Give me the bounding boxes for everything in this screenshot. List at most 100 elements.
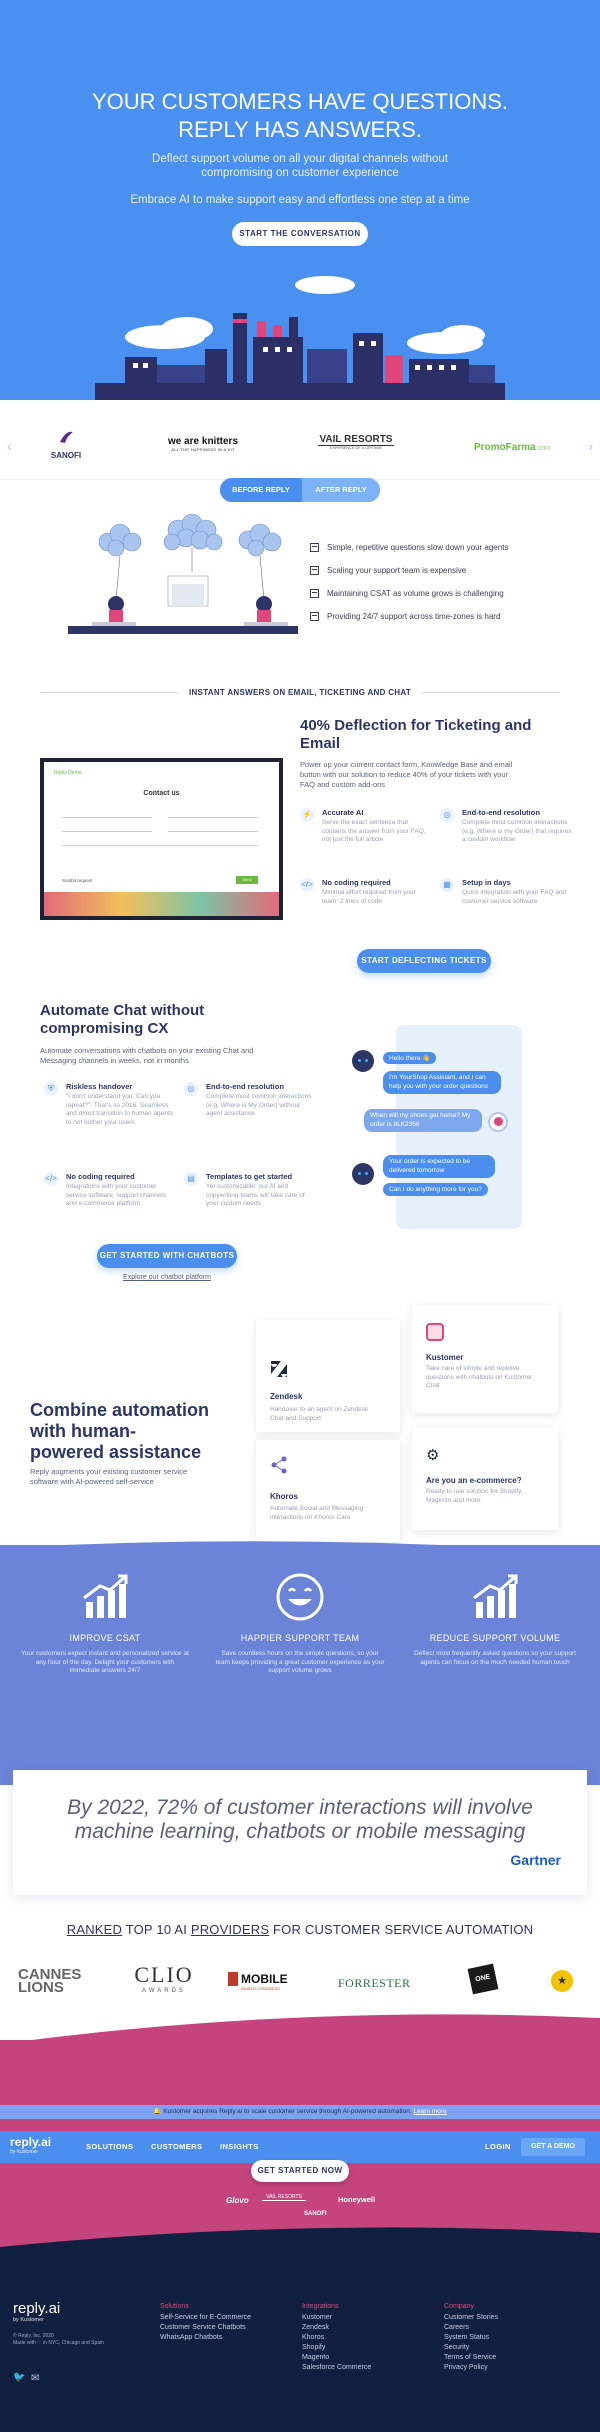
tab-before-reply[interactable]: BEFORE REPLY (220, 478, 302, 502)
chevron-right-icon[interactable]: › (588, 438, 593, 454)
checklist-item: Scaling your support team is expensive (310, 559, 570, 581)
navbar-logo[interactable]: reply.ai by Kustomer (10, 2135, 51, 2155)
footer-link[interactable]: Kustomer (302, 2313, 371, 2323)
tab-after-reply[interactable]: AFTER REPLY (302, 478, 380, 502)
email-icon[interactable]: ✉ (31, 2373, 39, 2384)
footer-column-company: Company Customer Stories Careers System … (444, 2303, 499, 2373)
sanofi-bird-icon (60, 431, 73, 443)
award-cannes-lions: CANNES LIONS (18, 1966, 82, 1996)
kustomer-icon (426, 1323, 444, 1341)
khoros-icon (271, 1456, 287, 1474)
footer-link[interactable]: WhatsApp Chatbots (160, 2333, 251, 2343)
code-off-icon: </> (300, 878, 314, 892)
start-deflecting-button[interactable]: START DEFLECTING TICKETS (357, 949, 491, 973)
checkbox-icon (310, 611, 319, 621)
footer-link[interactable]: Salesforce Commerce (302, 2363, 371, 2373)
footer-link[interactable]: Security (444, 2343, 498, 2353)
nav-customers[interactable]: CUSTOMERS (151, 2142, 202, 2151)
integration-card-khoros[interactable]: Khoros Automate Social and Messaging int… (256, 1440, 400, 1542)
award-clio: CLIO AWARDS (134, 1962, 194, 1994)
award-star-badge: ★ (551, 1970, 573, 1992)
zendesk-icon (271, 1361, 287, 1377)
combine-title: Combine automation with human-powered ass… (30, 1400, 209, 1462)
chat-message-bot: Can I do anything more for you? (383, 1183, 488, 1196)
logo-sanofi-white: SANOFI (304, 2211, 327, 2217)
logo-glovo: Glovo (226, 2196, 249, 2205)
chat-message-bot: Your order is expected to be delivered t… (383, 1155, 495, 1178)
chat-body: Automate conversations with chatbots on … (40, 1046, 254, 1065)
before-reply-checklist: Simple, repetitive questions slow down y… (310, 536, 570, 628)
target-icon: ◎ (440, 808, 454, 822)
benefit-reduce-volume: REDUCE SUPPORT VOLUME Deflect most frequ… (410, 1574, 580, 1667)
logo-vail-resorts: VAIL RESORTS EXPERIENCE OF A LIFETIME (318, 434, 394, 450)
twitter-icon[interactable]: 🐦 (13, 2372, 25, 2383)
section-label-instant-answers: INSTANT ANSWERS ON EMAIL, TICKETING AND … (0, 688, 600, 697)
client-logos-row: ‹ SANOFI we are knitters ALL THE HAPPINE… (0, 410, 600, 480)
get-started-now-button[interactable]: GET STARTED NOW (251, 2160, 349, 2182)
code-off-icon: </> (44, 1172, 58, 1186)
footer-link[interactable]: Privacy Policy (444, 2363, 498, 2373)
footer-link[interactable]: Self-Service for E-Commerce (160, 2313, 251, 2323)
footer-link[interactable]: Shopify (302, 2343, 371, 2353)
logo-vail-resorts-white: VAIL RESORTS (262, 2194, 306, 2201)
footer-logo[interactable]: reply.ai by Kustomer (13, 2300, 60, 2323)
footer-link[interactable]: Customer Stories (444, 2313, 498, 2323)
quote-source: Gartner (510, 1852, 561, 1868)
quote-text: By 2022, 72% of customer interactions wi… (67, 1796, 533, 1843)
user-avatar (488, 1112, 508, 1132)
logo-we-are-knitters: we are knitters ALL THE HAPPINESS IN A K… (167, 436, 239, 452)
calendar-icon: ▦ (440, 878, 454, 892)
target-icon: ◎ (184, 1082, 198, 1096)
nav-insights[interactable]: INSIGHTS (220, 2142, 259, 2151)
before-after-toggle[interactable]: BEFORE REPLY AFTER REPLY (220, 478, 380, 502)
footer-link[interactable]: Terms of Service (444, 2353, 498, 2363)
chevron-left-icon[interactable]: ‹ (7, 438, 12, 454)
growth-chart-icon (83, 1574, 128, 1618)
navbar: reply.ai by Kustomer SOLUTIONS CUSTOMERS… (0, 2131, 600, 2163)
footer-link[interactable]: Customer Service Chatbots (160, 2323, 251, 2333)
checklist-item: Providing 24/7 support across time-zones… (310, 605, 570, 627)
chat-title: Automate Chat without compromising CX (40, 1002, 205, 1037)
footer-copyright: © Reply, Inc. 2020 Made with ♡ in NYC, Ch… (13, 2333, 104, 2346)
learn-more-link[interactable]: Learn more (413, 2108, 446, 2115)
integration-card-ecommerce[interactable]: ⚙ Are you an e-commerce? Ready to use so… (412, 1428, 558, 1530)
nav-solutions[interactable]: SOLUTIONS (86, 2142, 133, 2151)
gartner-quote-card: By 2022, 72% of customer interactions wi… (13, 1770, 587, 1895)
checkbox-icon (310, 565, 319, 575)
combine-body: Reply augments your existing customer se… (30, 1467, 188, 1486)
contact-form-mockup: Reply Demo Contact us Sumbit request Sen… (40, 758, 283, 920)
ticketing-body: Power up your current contact form, Know… (300, 760, 513, 789)
footer-column-integrations: Integrations Kustomer Zendesk Khoros Sho… (302, 2303, 372, 2373)
start-conversation-button[interactable]: START THE CONVERSATION (232, 222, 368, 246)
award-forrester: FORRESTER (338, 1976, 411, 1990)
gears-icon: ⚙ (426, 1447, 440, 1464)
checklist-item: Maintaining CSAT as volume grows is chal… (310, 582, 570, 604)
get-started-chatbots-button[interactable]: GET STARTED WITH CHATBOTS (97, 1244, 237, 1268)
chat-message-bot: Hello there 👋 (383, 1052, 437, 1064)
smile-icon (276, 1573, 324, 1621)
get-a-demo-button[interactable]: GET A DEMO (521, 2138, 585, 2156)
footer-link[interactable]: System Status (444, 2333, 498, 2343)
integration-card-kustomer[interactable]: Kustomer Take care of simple and repetiv… (412, 1305, 558, 1413)
footer-link[interactable]: Zendesk (302, 2323, 371, 2333)
ticketing-title: 40% Deflection for Ticketing and Email (300, 717, 532, 752)
footer-link[interactable]: Khoros (302, 2333, 371, 2343)
acquisition-notice-bar: 🔔 Kustomer acquires Reply.ai to scale cu… (0, 2105, 600, 2119)
factory-illustration (95, 276, 505, 400)
logo-promofarma: PromoFarma.com (474, 442, 551, 453)
template-icon: ▤ (184, 1172, 198, 1186)
checkbox-icon (310, 542, 319, 552)
footer-link[interactable]: Careers (444, 2323, 498, 2333)
shield-icon: ⛨ (44, 1082, 58, 1096)
award-one-show: ONE (467, 1963, 499, 1995)
footer-link[interactable]: Magento (302, 2353, 371, 2363)
growth-chart-icon (473, 1574, 518, 1618)
explore-chatbot-link[interactable]: Explore our chatbot platform (97, 1274, 237, 1281)
bot-avatar (352, 1050, 374, 1072)
award-mobile-world-congress: MOBILE WORLD CONGRESS (228, 1972, 312, 1991)
bot-avatar (352, 1163, 374, 1185)
bolt-icon: ⚡ (300, 808, 314, 822)
integration-card-zendesk[interactable]: Zendesk Handover to an agent on Zendesk … (256, 1320, 400, 1432)
hero-title: YOUR CUSTOMERS HAVE QUESTIONS. REPLY HAS … (91, 89, 509, 142)
nav-login[interactable]: LOGIN (485, 2142, 511, 2151)
